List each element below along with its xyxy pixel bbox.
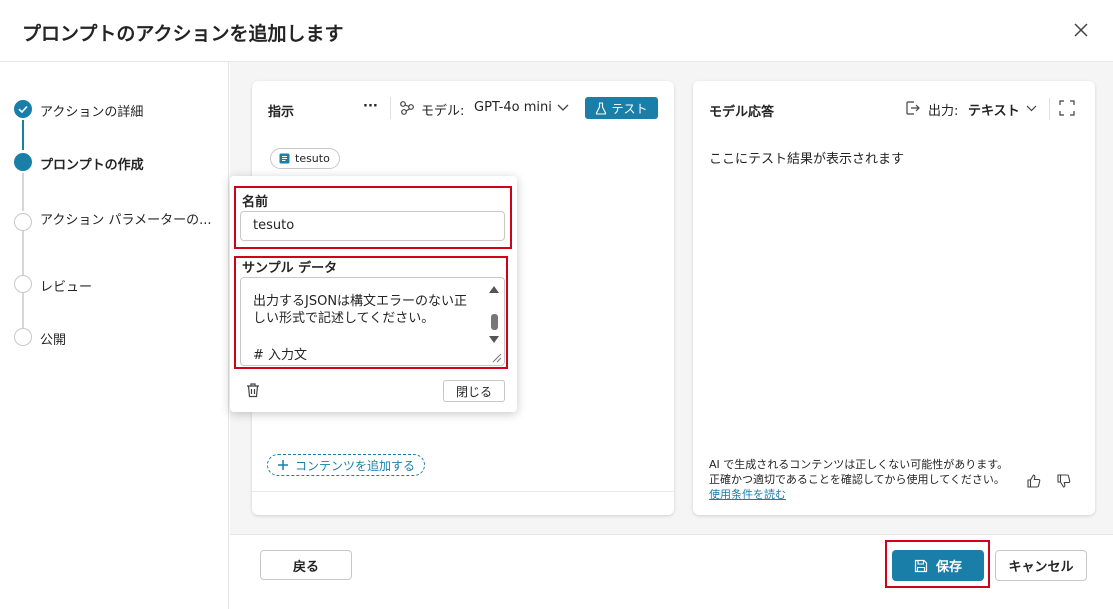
step-review[interactable]: レビュー [14, 275, 224, 305]
thumbs-down-icon [1057, 474, 1071, 488]
chip-label: tesuto [295, 152, 330, 165]
step-publish[interactable]: 公開 [14, 328, 224, 358]
close-button[interactable] [1069, 18, 1093, 42]
back-button[interactable]: 戻る [260, 550, 352, 580]
step-label: 公開 [40, 333, 67, 348]
chevron-down-icon [557, 104, 569, 111]
step-create-prompt[interactable]: プロンプトの作成 [14, 153, 224, 183]
toolbar-divider [1049, 98, 1050, 120]
model-label: モデル: [421, 104, 465, 119]
output-value: テキスト [968, 104, 1020, 119]
scrollbar-thumb[interactable] [491, 314, 498, 330]
model-selector[interactable]: モデル: GPT-4o mini [399, 97, 574, 119]
close-icon [1074, 23, 1088, 37]
flask-icon [596, 101, 607, 115]
delete-icon[interactable] [244, 381, 262, 399]
save-label: 保存 [935, 560, 962, 575]
expand-icon [1059, 100, 1075, 116]
step-action-details[interactable]: アクションの詳細 [14, 100, 224, 130]
step-indicator [14, 328, 32, 346]
name-input[interactable]: tesuto [240, 211, 505, 241]
panel-divider [252, 491, 674, 492]
step-action-parameters[interactable]: アクション パラメーターの... [14, 208, 224, 238]
name-label: 名前 [242, 195, 269, 210]
thumbs-up-icon [1027, 474, 1041, 488]
plus-icon [278, 460, 288, 470]
export-icon [906, 101, 920, 115]
sample-data-line: # 入力文 [253, 348, 308, 363]
model-value: GPT-4o mini [474, 100, 552, 115]
expand-button[interactable] [1059, 100, 1075, 116]
step-indicator [14, 275, 32, 293]
scroll-up-arrow[interactable] [489, 286, 499, 293]
response-title: モデル応答 [709, 105, 775, 120]
scroll-down-arrow[interactable] [489, 336, 499, 343]
more-options-button[interactable]: ··· [363, 99, 378, 114]
model-response-panel: モデル応答 出力: テキスト ここにテスト結果が表示されます AI で生成される… [693, 81, 1095, 515]
step-indicator [14, 213, 32, 231]
chevron-down-icon [1026, 105, 1037, 112]
thumbs-up-button[interactable] [1026, 473, 1042, 489]
sample-data-label: サンプル データ [242, 261, 338, 276]
ai-disclaimer: AI で生成されるコンテンツは正しくない可能性があります。正確かつ適切であること… [709, 457, 1014, 502]
step-label: プロンプトの作成 [40, 158, 144, 173]
output-selector[interactable]: 出力: テキスト [905, 98, 1040, 120]
close-popover-button[interactable]: 閉じる [443, 380, 505, 402]
test-button[interactable]: テスト [585, 97, 658, 119]
sample-data-textarea[interactable]: 出力するJSONは構文エラーのない正 しい形式で記述してください。 # 入力文 [240, 277, 505, 366]
response-placeholder: ここにテスト結果が表示されます [709, 152, 905, 167]
add-content-button[interactable]: コンテンツを追加する [267, 454, 426, 476]
output-label: 出力: [928, 104, 959, 119]
dialog-title: プロンプトのアクションを追加します [22, 23, 344, 45]
step-label: レビュー [40, 280, 93, 295]
save-button[interactable]: 保存 [892, 550, 984, 581]
input-edit-popover: 名前 tesuto サンプル データ 出力するJSONは構文エラーのない正 しい… [230, 176, 517, 412]
step-label: アクションの詳細 [40, 105, 144, 120]
disclaimer-text: AI で生成されるコンテンツは正しくない可能性があります。正確かつ適切であること… [709, 458, 1009, 486]
check-icon [14, 100, 32, 118]
step-label: アクション パラメーターの... [40, 213, 212, 228]
step-indicator [14, 153, 32, 171]
save-icon [914, 559, 928, 572]
model-icon [400, 101, 414, 115]
sample-data-line: しい形式で記述してください。 [253, 311, 435, 326]
thumbs-down-button[interactable] [1056, 473, 1072, 489]
test-label: テスト [611, 101, 648, 116]
cancel-button[interactable]: キャンセル [995, 550, 1087, 581]
toolbar-divider [390, 97, 391, 119]
resize-grip-icon[interactable] [490, 351, 502, 363]
terms-link[interactable]: 使用条件を読む [709, 488, 786, 501]
instructions-title: 指示 [268, 105, 295, 120]
add-content-label: コンテンツを追加する [295, 458, 416, 473]
input-chip[interactable]: tesuto [270, 148, 340, 169]
document-icon [279, 153, 290, 164]
dialog-header: プロンプトのアクションを追加します [0, 0, 1113, 62]
